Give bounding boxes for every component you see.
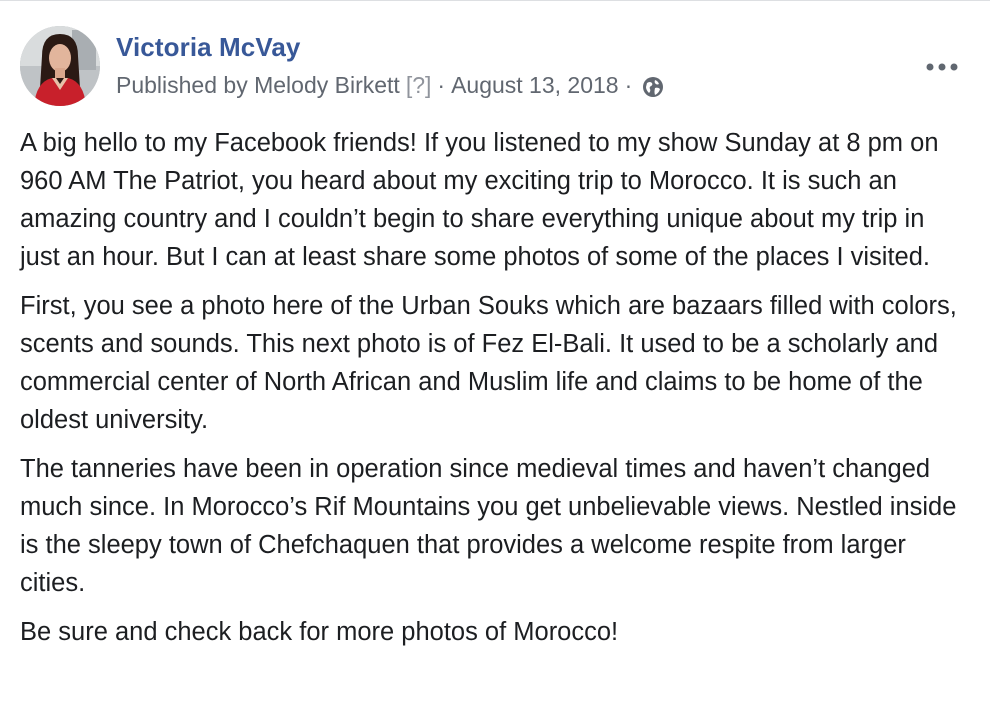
post-date-link[interactable]: August 13, 2018 [451, 72, 619, 99]
meta-separator: · [437, 72, 446, 98]
post-header: Victoria McVay Published by Melody Birke… [20, 26, 970, 106]
post-body: A big hello to my Facebook friends! If y… [20, 124, 970, 662]
avatar-image [20, 26, 100, 106]
meta-separator: · [624, 72, 633, 98]
globe-icon[interactable] [642, 76, 664, 98]
post-top-border [0, 0, 990, 1]
author-avatar[interactable] [20, 26, 100, 106]
post-paragraph: Be sure and check back for more photos o… [20, 618, 619, 646]
post-paragraph: The tanneries have been in operation sin… [20, 455, 957, 597]
post-meta: Published by Melody Birkett [?] · August… [116, 72, 664, 99]
publisher-link[interactable]: Published by Melody Birkett [116, 72, 400, 99]
author-name[interactable]: Victoria McVay [116, 32, 300, 63]
publisher-help-link[interactable]: [?] [406, 72, 432, 99]
post-paragraph: A big hello to my Facebook friends! If y… [20, 129, 939, 271]
post-paragraph: First, you see a photo here of the Urban… [20, 292, 957, 434]
more-horizontal-icon[interactable] [926, 60, 958, 74]
